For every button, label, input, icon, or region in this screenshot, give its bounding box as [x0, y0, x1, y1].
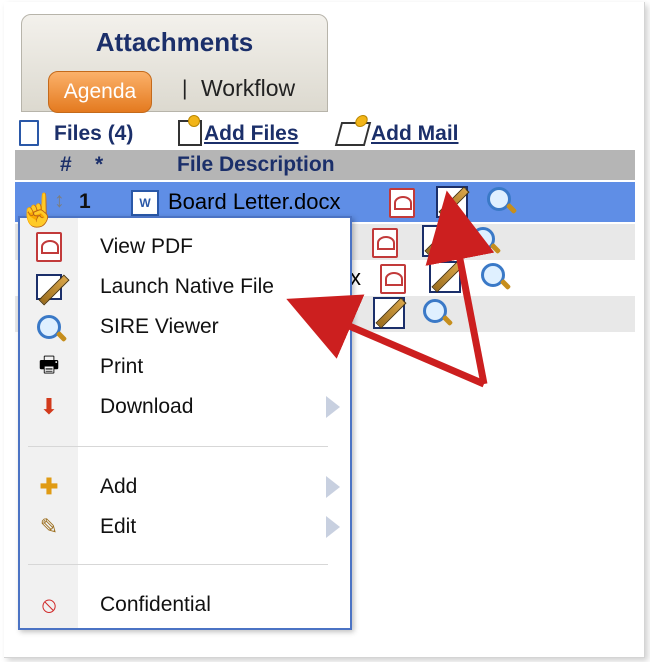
column-header-file-description[interactable]: File Description [177, 150, 335, 180]
pdf-icon[interactable] [389, 188, 415, 218]
menu-item-label: Download [100, 395, 194, 418]
menu-divider [28, 564, 328, 565]
menu-item-print[interactable]: 🖶 Print [20, 348, 350, 386]
pencil-icon[interactable] [373, 297, 405, 329]
pencil-icon [36, 274, 62, 300]
pencil-icon[interactable] [429, 261, 461, 293]
submenu-arrow-icon [326, 516, 340, 538]
plus-icon: ✚ [39, 474, 59, 499]
magnifier-icon[interactable] [471, 227, 495, 251]
context-menu: View PDF Launch Native File SIRE Viewer … [18, 216, 352, 630]
menu-item-label: View PDF [100, 235, 193, 258]
column-header-number[interactable]: # [60, 150, 72, 180]
magnifier-icon[interactable] [423, 299, 447, 323]
pencil-icon[interactable] [422, 225, 454, 257]
submenu-arrow-icon [326, 476, 340, 498]
add-files-link[interactable]: Add Files [204, 120, 299, 148]
document-icon [19, 120, 39, 146]
tab-separator: | [182, 77, 188, 100]
menu-item-download[interactable]: ⬇ Download [20, 388, 350, 426]
hand-cursor-icon: ☝ [18, 192, 58, 228]
pencil-icon: ✎ [39, 514, 59, 539]
menu-item-label: Add [100, 475, 138, 498]
menu-item-label: Launch Native File [100, 275, 274, 298]
menu-item-label: Print [100, 355, 144, 378]
magnifier-icon[interactable] [481, 263, 505, 287]
tab-workflow[interactable]: Workflow [201, 75, 295, 102]
download-icon: ⬇ [39, 394, 59, 419]
menu-item-sire-viewer[interactable]: SIRE Viewer [20, 308, 350, 346]
add-files-icon[interactable] [178, 115, 202, 146]
tab-agenda[interactable]: Agenda [48, 71, 152, 113]
menu-divider [28, 446, 328, 447]
menu-item-launch-native-file[interactable]: Launch Native File [20, 268, 350, 306]
submenu-arrow-icon [326, 396, 340, 418]
menu-item-confidential[interactable]: ⦸ Confidential [20, 586, 350, 624]
menu-item-edit[interactable]: ✎ Edit [20, 508, 350, 546]
pdf-icon[interactable] [372, 228, 398, 258]
menu-item-label: Edit [100, 515, 137, 538]
add-mail-link[interactable]: Add Mail [371, 120, 459, 148]
column-header-star[interactable]: * [95, 150, 103, 180]
grid-header: # * File Description [15, 150, 635, 180]
magnifier-icon[interactable] [487, 187, 511, 211]
word-document-icon: W [131, 190, 159, 216]
menu-item-label: Confidential [100, 593, 211, 616]
magnifier-icon [36, 314, 62, 340]
confidential-icon: ⦸ [41, 592, 57, 617]
menu-item-view-pdf[interactable]: View PDF [20, 228, 350, 266]
menu-item-label: SIRE Viewer [100, 315, 219, 338]
files-count-label[interactable]: Files (4) [54, 120, 133, 148]
add-mail-icon[interactable] [334, 122, 372, 146]
files-toolbar: Files (4) Add Files Add Mail [15, 115, 635, 148]
printer-icon: 🖶 [38, 352, 60, 377]
pencil-icon[interactable] [436, 186, 468, 218]
menu-item-add[interactable]: ✚ Add [20, 468, 350, 506]
attachments-panel-tab: Attachments Agenda | Workflow [21, 14, 328, 113]
panel-title: Attachments [95, 27, 254, 57]
pdf-icon [36, 232, 62, 262]
pdf-icon[interactable] [380, 264, 406, 294]
